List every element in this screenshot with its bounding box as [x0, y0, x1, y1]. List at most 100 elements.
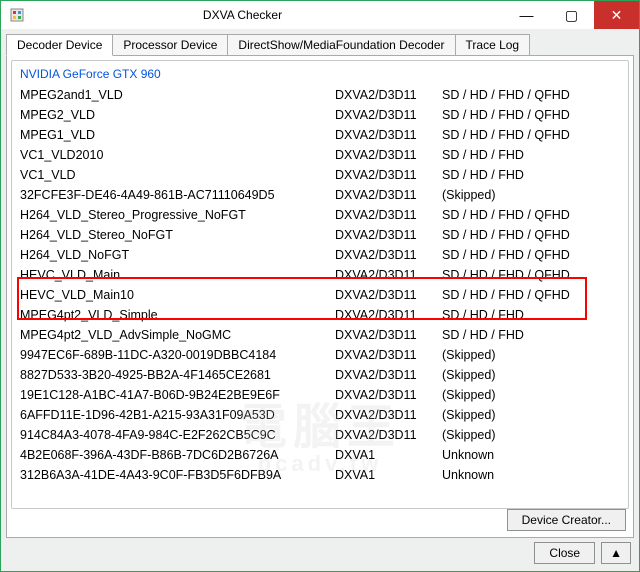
- tab-decoder-device[interactable]: Decoder Device: [6, 34, 113, 56]
- decoder-api: DXVA2/D3D11: [335, 105, 442, 125]
- panel-footer: Device Creator...: [11, 509, 629, 533]
- decoder-row[interactable]: HEVC_VLD_MainDXVA2/D3D11SD / HD / FHD / …: [20, 265, 620, 285]
- decoder-name: HEVC_VLD_Main: [20, 265, 335, 285]
- device-name: NVIDIA GeForce GTX 960: [20, 67, 620, 81]
- scroll-up-button[interactable]: ▲: [601, 542, 631, 564]
- decoder-api: DXVA2/D3D11: [335, 205, 442, 225]
- decoder-row[interactable]: 32FCFE3F-DE46-4A49-861B-AC71110649D5DXVA…: [20, 185, 620, 205]
- decoder-name: 32FCFE3F-DE46-4A49-861B-AC71110649D5: [20, 185, 335, 205]
- decoder-row[interactable]: 312B6A3A-41DE-4A43-9C0F-FB3D5F6DFB9ADXVA…: [20, 465, 620, 485]
- window-buttons: — ▢ ✕: [504, 1, 639, 29]
- decoder-resolution: Unknown: [442, 445, 620, 465]
- decoder-name: 8827D533-3B20-4925-BB2A-4F1465CE2681: [20, 365, 335, 385]
- decoder-api: DXVA2/D3D11: [335, 385, 442, 405]
- decoder-api: DXVA2/D3D11: [335, 85, 442, 105]
- app-window: DXVA Checker — ▢ ✕ Decoder Device Proces…: [0, 0, 640, 572]
- decoder-api: DXVA2/D3D11: [335, 245, 442, 265]
- decoder-resolution: (Skipped): [442, 345, 620, 365]
- client-area: Decoder Device Processor Device DirectSh…: [1, 29, 639, 571]
- decoder-resolution: SD / HD / FHD / QFHD: [442, 285, 620, 305]
- decoder-resolution: SD / HD / FHD / QFHD: [442, 265, 620, 285]
- decoder-name: MPEG2_VLD: [20, 105, 335, 125]
- decoder-row[interactable]: 8827D533-3B20-4925-BB2A-4F1465CE2681DXVA…: [20, 365, 620, 385]
- tab-trace-log[interactable]: Trace Log: [455, 34, 531, 56]
- minimize-button[interactable]: —: [504, 1, 549, 29]
- tab-panel: NVIDIA GeForce GTX 960 MPEG2and1_VLDDXVA…: [6, 55, 634, 538]
- decoder-row[interactable]: H264_VLD_NoFGTDXVA2/D3D11SD / HD / FHD /…: [20, 245, 620, 265]
- window-title: DXVA Checker: [0, 8, 504, 22]
- decoder-row[interactable]: 914C84A3-4078-4FA9-984C-E2F262CB5C9CDXVA…: [20, 425, 620, 445]
- decoder-resolution: SD / HD / FHD: [442, 325, 620, 345]
- decoder-name: 9947EC6F-689B-11DC-A320-0019DBBC4184: [20, 345, 335, 365]
- maximize-button[interactable]: ▢: [549, 1, 594, 29]
- decoder-api: DXVA1: [335, 445, 442, 465]
- device-creator-button[interactable]: Device Creator...: [507, 509, 626, 531]
- decoder-row[interactable]: H264_VLD_Stereo_NoFGTDXVA2/D3D11SD / HD …: [20, 225, 620, 245]
- decoder-resolution: (Skipped): [442, 185, 620, 205]
- decoder-name: MPEG1_VLD: [20, 125, 335, 145]
- decoder-resolution: (Skipped): [442, 425, 620, 445]
- decoder-api: DXVA2/D3D11: [335, 365, 442, 385]
- decoder-row[interactable]: H264_VLD_Stereo_Progressive_NoFGTDXVA2/D…: [20, 205, 620, 225]
- decoder-api: DXVA2/D3D11: [335, 225, 442, 245]
- decoder-resolution: SD / HD / FHD / QFHD: [442, 85, 620, 105]
- decoder-group: NVIDIA GeForce GTX 960 MPEG2and1_VLDDXVA…: [11, 60, 629, 509]
- decoder-name: 4B2E068F-396A-43DF-B86B-7DC6D2B6726A: [20, 445, 335, 465]
- decoder-name: MPEG2and1_VLD: [20, 85, 335, 105]
- decoder-row[interactable]: MPEG2_VLDDXVA2/D3D11SD / HD / FHD / QFHD: [20, 105, 620, 125]
- decoder-api: DXVA1: [335, 465, 442, 485]
- decoder-list: MPEG2and1_VLDDXVA2/D3D11SD / HD / FHD / …: [20, 85, 620, 485]
- decoder-name: H264_VLD_Stereo_NoFGT: [20, 225, 335, 245]
- titlebar: DXVA Checker — ▢ ✕: [1, 1, 639, 29]
- decoder-name: 914C84A3-4078-4FA9-984C-E2F262CB5C9C: [20, 425, 335, 445]
- decoder-resolution: SD / HD / FHD: [442, 145, 620, 165]
- decoder-api: DXVA2/D3D11: [335, 305, 442, 325]
- decoder-row[interactable]: MPEG4pt2_VLD_AdvSimple_NoGMCDXVA2/D3D11S…: [20, 325, 620, 345]
- window-footer: Close ▲: [6, 542, 634, 566]
- decoder-api: DXVA2/D3D11: [335, 265, 442, 285]
- decoder-row[interactable]: MPEG4pt2_VLD_SimpleDXVA2/D3D11SD / HD / …: [20, 305, 620, 325]
- tab-processor-device[interactable]: Processor Device: [112, 34, 228, 56]
- decoder-row[interactable]: 19E1C128-A1BC-41A7-B06D-9B24E2BE9E6FDXVA…: [20, 385, 620, 405]
- decoder-resolution: (Skipped): [442, 365, 620, 385]
- decoder-api: DXVA2/D3D11: [335, 285, 442, 305]
- decoder-row[interactable]: VC1_VLDDXVA2/D3D11SD / HD / FHD: [20, 165, 620, 185]
- decoder-name: VC1_VLD2010: [20, 145, 335, 165]
- decoder-resolution: (Skipped): [442, 385, 620, 405]
- decoder-api: DXVA2/D3D11: [335, 145, 442, 165]
- decoder-name: H264_VLD_NoFGT: [20, 245, 335, 265]
- decoder-resolution: SD / HD / FHD / QFHD: [442, 225, 620, 245]
- decoder-resolution: (Skipped): [442, 405, 620, 425]
- decoder-name: 19E1C128-A1BC-41A7-B06D-9B24E2BE9E6F: [20, 385, 335, 405]
- decoder-name: HEVC_VLD_Main10: [20, 285, 335, 305]
- decoder-resolution: SD / HD / FHD / QFHD: [442, 245, 620, 265]
- decoder-api: DXVA2/D3D11: [335, 345, 442, 365]
- decoder-resolution: Unknown: [442, 465, 620, 485]
- decoder-row[interactable]: HEVC_VLD_Main10DXVA2/D3D11SD / HD / FHD …: [20, 285, 620, 305]
- close-dialog-button[interactable]: Close: [534, 542, 595, 564]
- decoder-api: DXVA2/D3D11: [335, 405, 442, 425]
- decoder-row[interactable]: MPEG2and1_VLDDXVA2/D3D11SD / HD / FHD / …: [20, 85, 620, 105]
- decoder-row[interactable]: MPEG1_VLDDXVA2/D3D11SD / HD / FHD / QFHD: [20, 125, 620, 145]
- decoder-name: MPEG4pt2_VLD_AdvSimple_NoGMC: [20, 325, 335, 345]
- decoder-name: 312B6A3A-41DE-4A43-9C0F-FB3D5F6DFB9A: [20, 465, 335, 485]
- decoder-name: H264_VLD_Stereo_Progressive_NoFGT: [20, 205, 335, 225]
- decoder-resolution: SD / HD / FHD / QFHD: [442, 205, 620, 225]
- decoder-api: DXVA2/D3D11: [335, 165, 442, 185]
- decoder-name: VC1_VLD: [20, 165, 335, 185]
- decoder-resolution: SD / HD / FHD: [442, 165, 620, 185]
- decoder-row[interactable]: 4B2E068F-396A-43DF-B86B-7DC6D2B6726ADXVA…: [20, 445, 620, 465]
- decoder-name: MPEG4pt2_VLD_Simple: [20, 305, 335, 325]
- close-button[interactable]: ✕: [594, 1, 639, 29]
- decoder-api: DXVA2/D3D11: [335, 185, 442, 205]
- decoder-row[interactable]: 6AFFD11E-1D96-42B1-A215-93A31F09A53DDXVA…: [20, 405, 620, 425]
- decoder-row[interactable]: VC1_VLD2010DXVA2/D3D11SD / HD / FHD: [20, 145, 620, 165]
- decoder-resolution: SD / HD / FHD / QFHD: [442, 105, 620, 125]
- tab-strip: Decoder Device Processor Device DirectSh…: [6, 34, 634, 56]
- decoder-api: DXVA2/D3D11: [335, 125, 442, 145]
- tab-directshow-mediafoundation[interactable]: DirectShow/MediaFoundation Decoder: [227, 34, 455, 56]
- decoder-row[interactable]: 9947EC6F-689B-11DC-A320-0019DBBC4184DXVA…: [20, 345, 620, 365]
- decoder-api: DXVA2/D3D11: [335, 425, 442, 445]
- decoder-api: DXVA2/D3D11: [335, 325, 442, 345]
- decoder-resolution: SD / HD / FHD / QFHD: [442, 125, 620, 145]
